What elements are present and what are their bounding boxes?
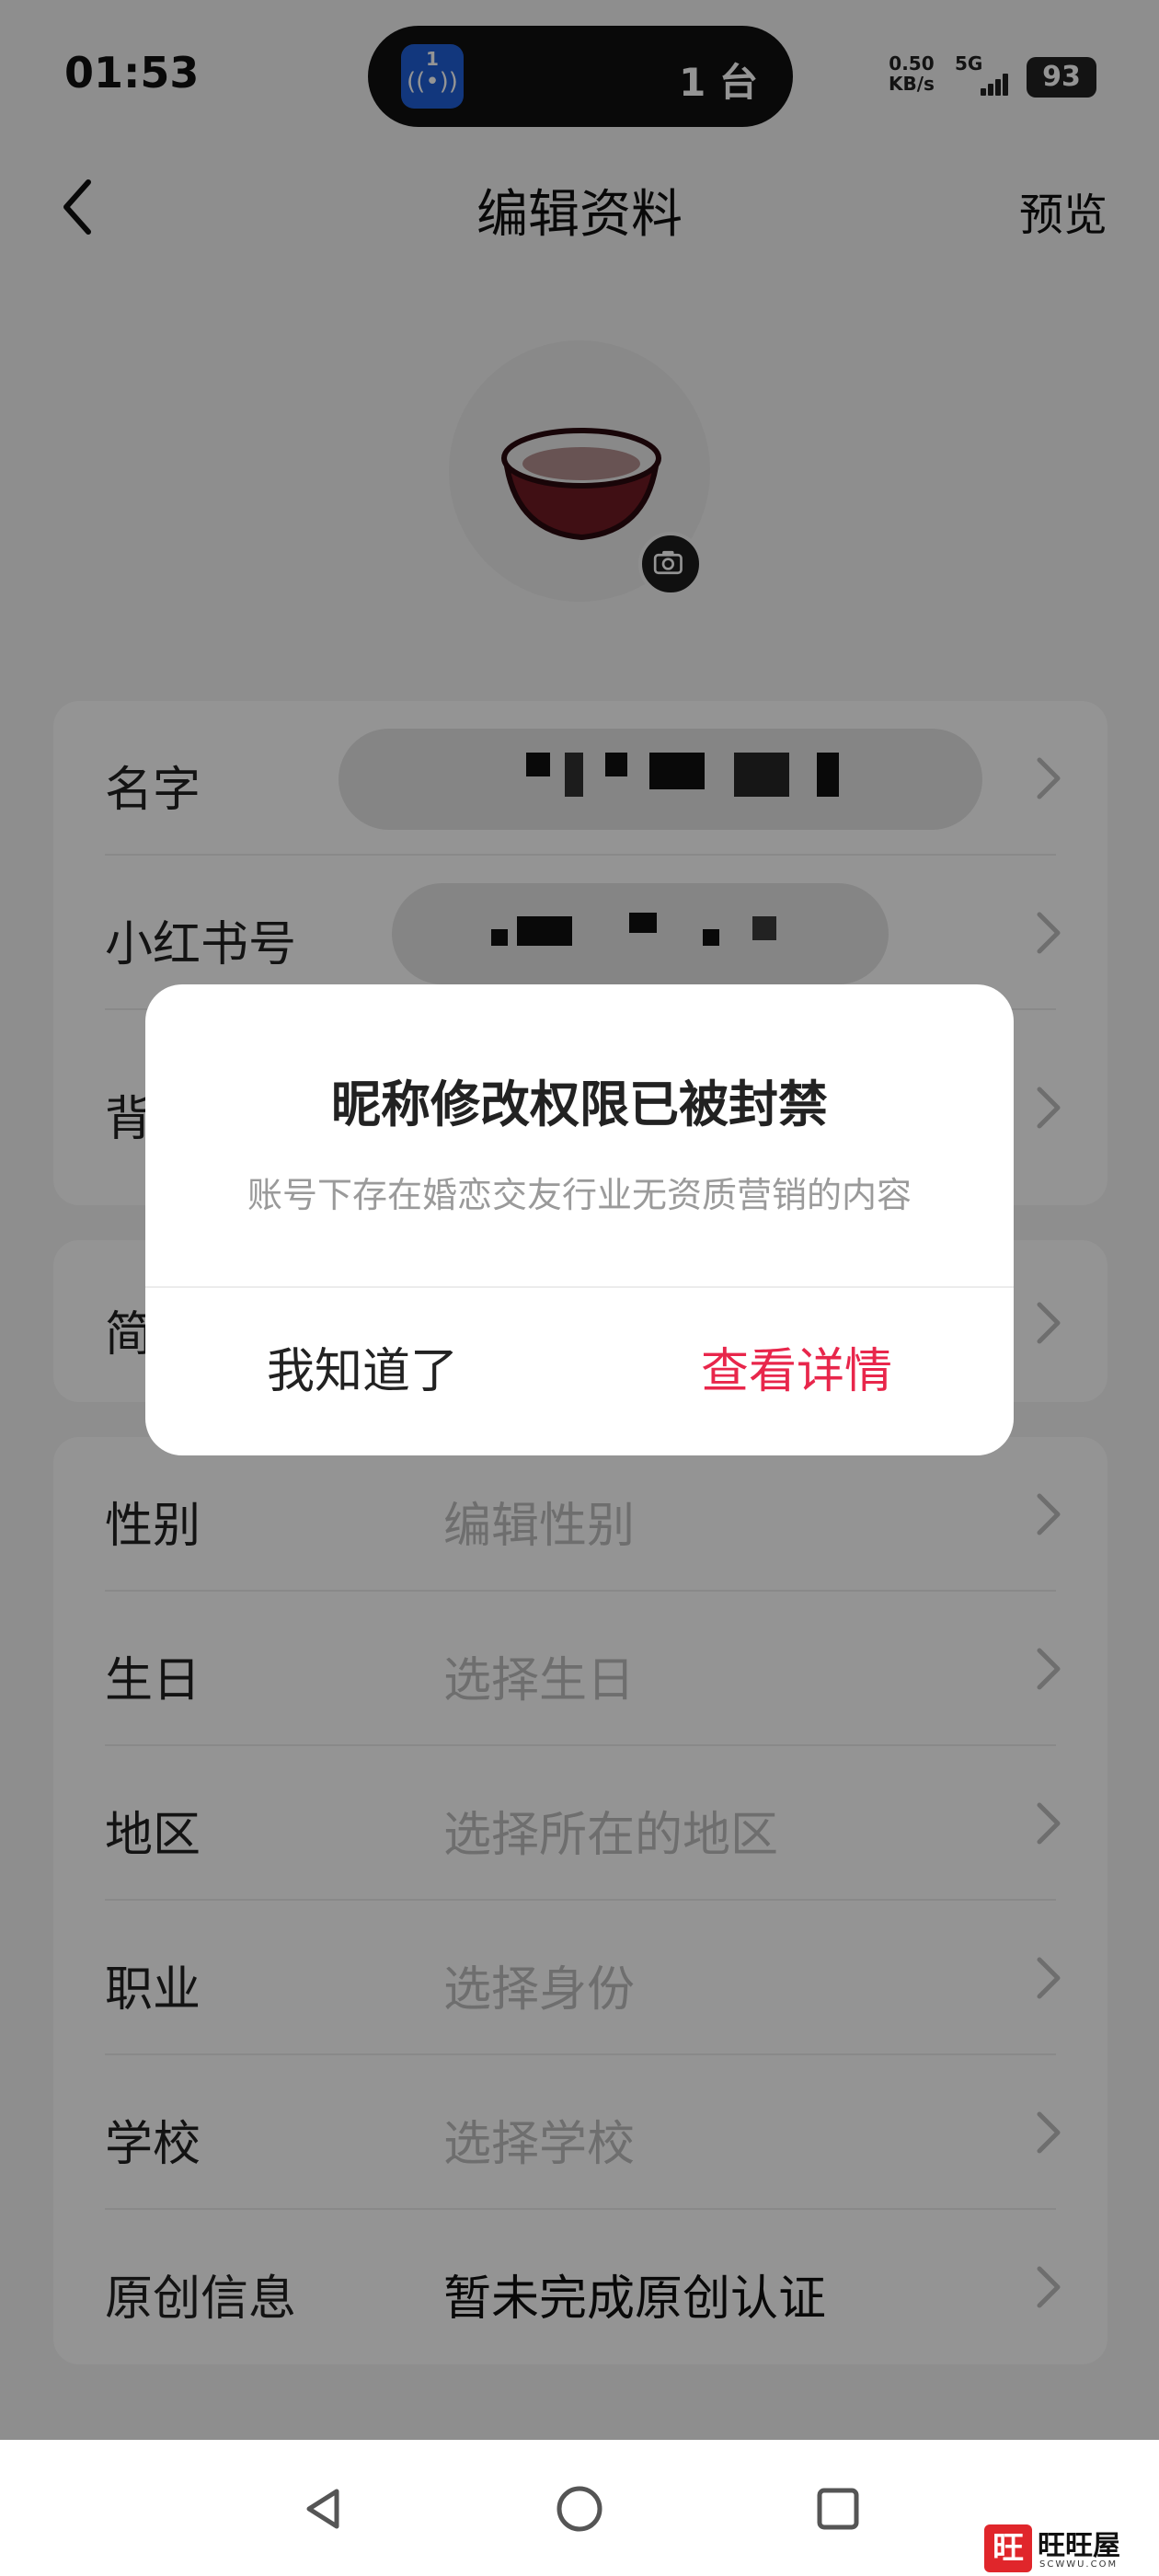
watermark-logo: 旺 旺旺屋 SCWWU.COM (975, 2519, 1159, 2576)
watermark-sub: SCWWU.COM (1039, 2559, 1119, 2570)
nav-recents-icon[interactable] (815, 2486, 861, 2532)
dialog-message: 账号下存在婚恋交友行业无资质营销的内容 (247, 1175, 912, 1215)
system-nav-bar: 旺 旺旺屋 SCWWU.COM (0, 2440, 1159, 2576)
nav-back-icon[interactable] (300, 2486, 346, 2532)
restriction-dialog: 昵称修改权限已被封禁 账号下存在婚恋交友行业无资质营销的内容 我知道了 查看详情 (145, 984, 1014, 1455)
acknowledge-button[interactable]: 我知道了 (145, 1288, 580, 1455)
watermark-badge: 旺 (984, 2524, 1032, 2572)
view-details-button[interactable]: 查看详情 (580, 1288, 1014, 1455)
nav-home-icon[interactable] (555, 2484, 604, 2534)
dialog-title: 昵称修改权限已被封禁 (331, 1075, 828, 1133)
watermark-text: 旺旺屋 (1038, 2530, 1120, 2562)
